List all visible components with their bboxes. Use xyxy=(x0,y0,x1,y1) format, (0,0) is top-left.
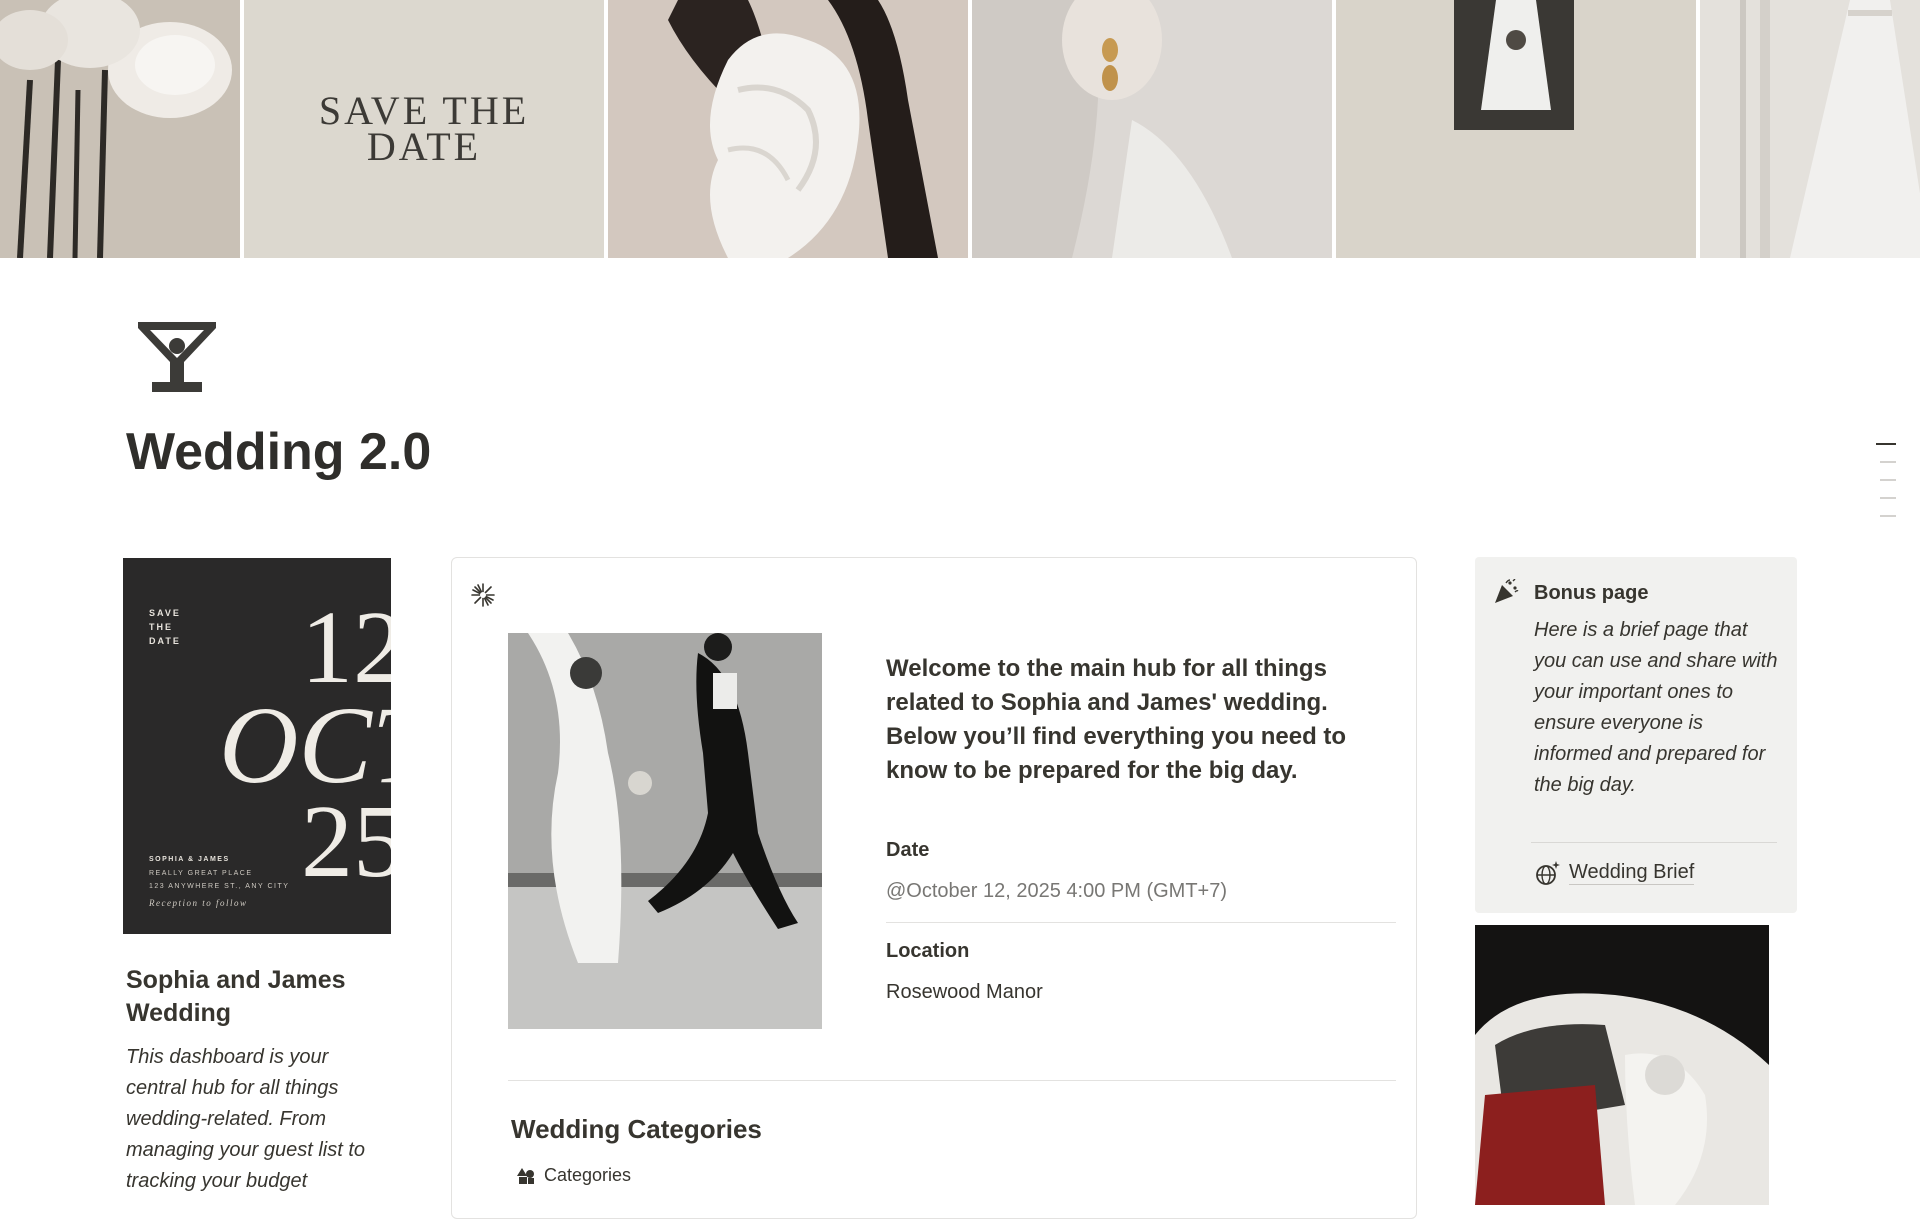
couple-running-photo xyxy=(508,633,822,1029)
page-title[interactable]: Wedding 2.0 xyxy=(126,422,431,482)
invite-date-text: DATE xyxy=(149,636,181,646)
categories-link-label: Categories xyxy=(544,1165,632,1185)
toc-line[interactable] xyxy=(1880,479,1896,481)
invite-place: REALLY GREAT PLACE xyxy=(149,870,253,877)
save-the-date-line2: DATE xyxy=(366,124,482,169)
wedding-title: Sophia and James Wedding xyxy=(126,966,346,1027)
location-property-value[interactable]: Rosewood Manor xyxy=(886,981,1043,1004)
invite-save-text: SAVE xyxy=(149,608,181,618)
invite-address: 123 ANYWHERE ST., ANY CITY xyxy=(149,883,290,890)
wedding-brief-link[interactable]: Wedding Brief xyxy=(1535,860,1695,886)
date-property-label: Date xyxy=(886,839,930,861)
main-hub-card: Welcome to the main hub for all things r… xyxy=(451,557,1417,1219)
cover-image-strip[interactable]: SAVE THE DATE xyxy=(0,0,1920,258)
vintage-car-photo xyxy=(1475,925,1769,1205)
cover-gown-photo xyxy=(1700,0,1920,258)
location-property-label: Location xyxy=(886,940,970,962)
save-the-date-text: SAVE THE DATE xyxy=(319,91,529,169)
invite-reception: Reception to follow xyxy=(149,898,248,908)
save-the-date-invitation-image: SAVE THE DATE 12 OCT 25 SOPHIA & JAMES R… xyxy=(123,558,391,934)
dashboard-description: This dashboard is your central hub for a… xyxy=(126,1046,366,1192)
invite-year: 25 xyxy=(301,784,391,899)
property-divider xyxy=(886,922,1396,923)
party-popper-icon xyxy=(1495,579,1519,603)
wedding-categories-heading: Wedding Categories xyxy=(511,1114,762,1144)
bonus-page-callout: Bonus page Here is a brief page that you… xyxy=(1475,557,1797,913)
toc-line-active[interactable] xyxy=(1876,443,1896,445)
toc-line[interactable] xyxy=(1880,497,1896,499)
callout-divider xyxy=(1531,842,1777,843)
globe-sparkle-icon xyxy=(1536,861,1560,885)
toc-line[interactable] xyxy=(1880,461,1896,463)
table-of-contents-indicator[interactable] xyxy=(1874,443,1896,533)
callout-title: Bonus page xyxy=(1534,582,1649,604)
cover-bride-earrings-photo xyxy=(972,0,1332,258)
date-property-value[interactable]: @October 12, 2025 4:00 PM (GMT+7) xyxy=(886,880,1227,903)
cover-bride-small-photo xyxy=(1336,0,1696,258)
cover-calla-lilies-photo xyxy=(0,0,240,258)
categories-link[interactable]: Categories xyxy=(516,1165,631,1186)
wedding-brief-label: Wedding Brief xyxy=(1569,861,1695,885)
callout-text: Here is a brief page that you can use an… xyxy=(1534,619,1778,796)
cover-save-the-date-card: SAVE THE DATE xyxy=(244,0,604,258)
sparkle-icon xyxy=(471,583,495,607)
toc-line[interactable] xyxy=(1880,515,1896,517)
shapes-icon xyxy=(517,1167,534,1184)
invite-names: SOPHIA & JAMES xyxy=(149,856,230,863)
invite-the-text: THE xyxy=(149,622,173,632)
cover-ruffle-dress-photo xyxy=(608,0,968,258)
martini-glass-icon[interactable] xyxy=(136,318,218,400)
section-divider xyxy=(508,1080,1396,1081)
welcome-message: Welcome to the main hub for all things r… xyxy=(886,655,1347,784)
